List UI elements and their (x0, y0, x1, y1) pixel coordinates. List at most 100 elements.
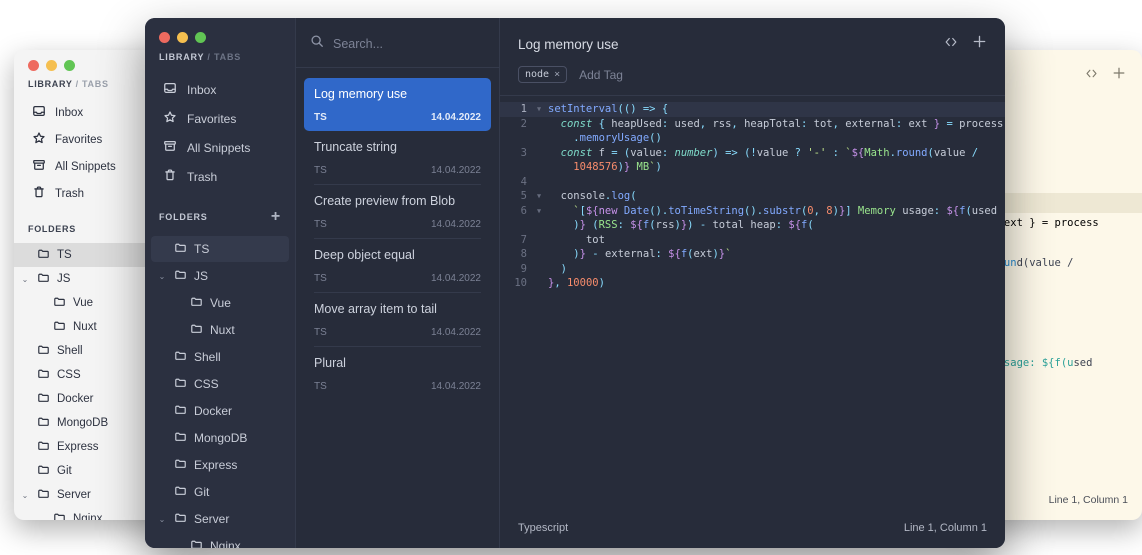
folder-item-shell[interactable]: ⌄Shell (151, 344, 289, 370)
snippet-language: TS (314, 219, 327, 230)
language-label[interactable]: Typescript (518, 522, 568, 534)
code-line[interactable]: 9 ) (500, 262, 1005, 277)
library-tab[interactable]: LIBRARY (159, 52, 204, 62)
close-button[interactable] (159, 32, 170, 43)
folder-item-css[interactable]: ⌄CSS (151, 371, 289, 397)
folder-item-ts[interactable]: ⌄TS (151, 236, 289, 262)
snippet-title[interactable]: Log memory use (518, 37, 619, 52)
chevron-down-icon[interactable]: ⌄ (157, 515, 167, 524)
snippet-list-item[interactable]: Deep object equal TS 14.04.2022 (304, 239, 491, 292)
folder-item-vue[interactable]: ⌄Vue (151, 290, 289, 316)
fold-marker-icon[interactable] (534, 146, 544, 161)
trash-icon (163, 168, 177, 185)
library-item-favorites[interactable]: Favorites (145, 104, 295, 133)
library-tabs-header: LIBRARY / TABS (159, 52, 281, 62)
sidebar: LIBRARY / TABS Inbox Favorites All Snippet… (145, 18, 295, 548)
code-text: tot (585, 233, 605, 246)
folder-label: CSS (194, 377, 219, 391)
chevron-down-icon[interactable]: ⌄ (20, 491, 30, 500)
snippet-date: 14.04.2022 (430, 165, 481, 176)
fold-marker-icon[interactable] (534, 247, 544, 262)
minimize-button[interactable] (177, 32, 188, 43)
snippet-list-item[interactable]: Create preview from Blob TS 14.04.2022 (304, 185, 491, 238)
maximize-button[interactable] (64, 60, 75, 71)
tag-chip[interactable]: node × (518, 66, 568, 83)
snippet-list-item[interactable]: Truncate string TS 14.04.2022 (304, 131, 491, 184)
plus-icon[interactable] (1112, 66, 1126, 85)
fold-marker-icon[interactable]: ▾ (534, 102, 544, 117)
code-line[interactable]: 5 ▾ console.log( (500, 189, 1005, 204)
library-item-all-snippets[interactable]: All Snippets (145, 133, 295, 162)
library-tab[interactable]: LIBRARY (28, 79, 72, 89)
snippet-list-item[interactable]: Plural TS 14.04.2022 (304, 347, 491, 400)
folder-item-server[interactable]: ⌄ Server (151, 506, 289, 532)
code-line[interactable]: 7 tot (500, 233, 1005, 248)
code-brackets-icon[interactable] (1085, 67, 1098, 85)
fold-marker-icon[interactable] (534, 160, 544, 175)
line-number: 7 (520, 233, 527, 246)
folder-icon (37, 439, 50, 455)
fold-marker-icon[interactable]: ▾ (534, 189, 544, 204)
snippet-list-panel: + Log memory useTS14.04.2022Truncate str… (295, 18, 512, 548)
folder-label: Vue (73, 297, 94, 309)
code-line[interactable]: 1048576)} MB`) (500, 160, 1005, 175)
folder-item-nuxt[interactable]: ⌄Nuxt (151, 317, 289, 343)
code-line[interactable]: 8 )} - external: ${f(ext)}` (500, 247, 1005, 262)
snippet-list-item[interactable]: Log memory use TS 14.04.2022 (304, 78, 491, 131)
minimize-button[interactable] (46, 60, 57, 71)
fold-marker-icon[interactable] (534, 175, 544, 190)
folder-icon (174, 376, 187, 392)
fold-marker-icon[interactable]: ▾ (534, 204, 544, 219)
code-line[interactable]: )} (RSS: ${f(rss)}) - total heap: ${f( (500, 218, 1005, 233)
folder-item-nginx[interactable]: ⌄Nginx (151, 533, 289, 548)
line-number: 5 (520, 190, 527, 202)
tab-separator: / (207, 52, 211, 62)
code-line[interactable]: 6 ▾ `[${new Date().toTimeString().substr(… (500, 204, 1005, 219)
folder-item-docker[interactable]: ⌄Docker (151, 398, 289, 424)
search-input[interactable] (333, 36, 494, 51)
code-line[interactable]: .memoryUsage() (500, 131, 1005, 146)
folder-label: Docker (194, 404, 233, 418)
code-line[interactable]: 1 ▾ setInterval(() => { (500, 102, 1005, 117)
maximize-button[interactable] (195, 32, 206, 43)
code-line[interactable]: 10}, 10000) (500, 276, 1005, 291)
code-line[interactable]: 3 const f = (value: number) => (!value ?… (500, 146, 1005, 161)
tabs-tab[interactable]: TABS (82, 79, 109, 89)
add-tag-input[interactable]: Add Tag (579, 68, 623, 82)
folder-icon (37, 487, 50, 503)
fold-marker-icon[interactable] (534, 276, 544, 291)
folder-item-mongodb[interactable]: ⌄MongoDB (151, 425, 289, 451)
close-button[interactable] (28, 60, 39, 71)
library-item-label: All Snippets (187, 140, 251, 155)
snippet-list-item[interactable]: Move array item to tail TS 14.04.2022 (304, 293, 491, 346)
code-brackets-icon[interactable] (944, 35, 958, 54)
folder-icon (174, 430, 187, 446)
tab-separator: / (75, 79, 79, 89)
editor-status-bar: Typescript Line 1, Column 1 (500, 510, 1005, 548)
library-item-inbox[interactable]: Inbox (145, 75, 295, 104)
fold-marker-icon[interactable] (534, 117, 544, 132)
fold-marker-icon[interactable] (534, 262, 544, 277)
folder-label: Shell (57, 345, 83, 357)
remove-tag-icon[interactable]: × (554, 69, 560, 80)
tabs-tab[interactable]: TABS (214, 52, 241, 62)
chevron-down-icon[interactable]: ⌄ (20, 275, 30, 284)
archive-icon (32, 158, 46, 175)
traffic-lights-main[interactable] (159, 32, 281, 43)
fold-marker-icon[interactable] (534, 218, 544, 233)
code-line[interactable]: 2 const { heapUsed: used, rss, heapTotal… (500, 117, 1005, 132)
plus-icon[interactable] (972, 34, 987, 54)
folder-item-git[interactable]: ⌄Git (151, 479, 289, 505)
chevron-down-icon[interactable]: ⌄ (157, 272, 167, 281)
folder-item-express[interactable]: ⌄Express (151, 452, 289, 478)
fold-marker-icon[interactable] (534, 233, 544, 248)
code-editor[interactable]: 1 ▾ setInterval(() => {2 const { heapUsed:… (500, 96, 1005, 510)
search-bar[interactable]: + (296, 18, 512, 68)
main-window[interactable]: LIBRARY / TABS Inbox Favorites All Snippet… (145, 18, 1005, 548)
library-item-trash[interactable]: Trash (145, 162, 295, 191)
add-folder-icon[interactable]: + (271, 209, 281, 225)
fold-marker-icon[interactable] (534, 131, 544, 146)
folder-item-js[interactable]: ⌄ JS (151, 263, 289, 289)
code-line[interactable]: 4 (500, 175, 1005, 190)
